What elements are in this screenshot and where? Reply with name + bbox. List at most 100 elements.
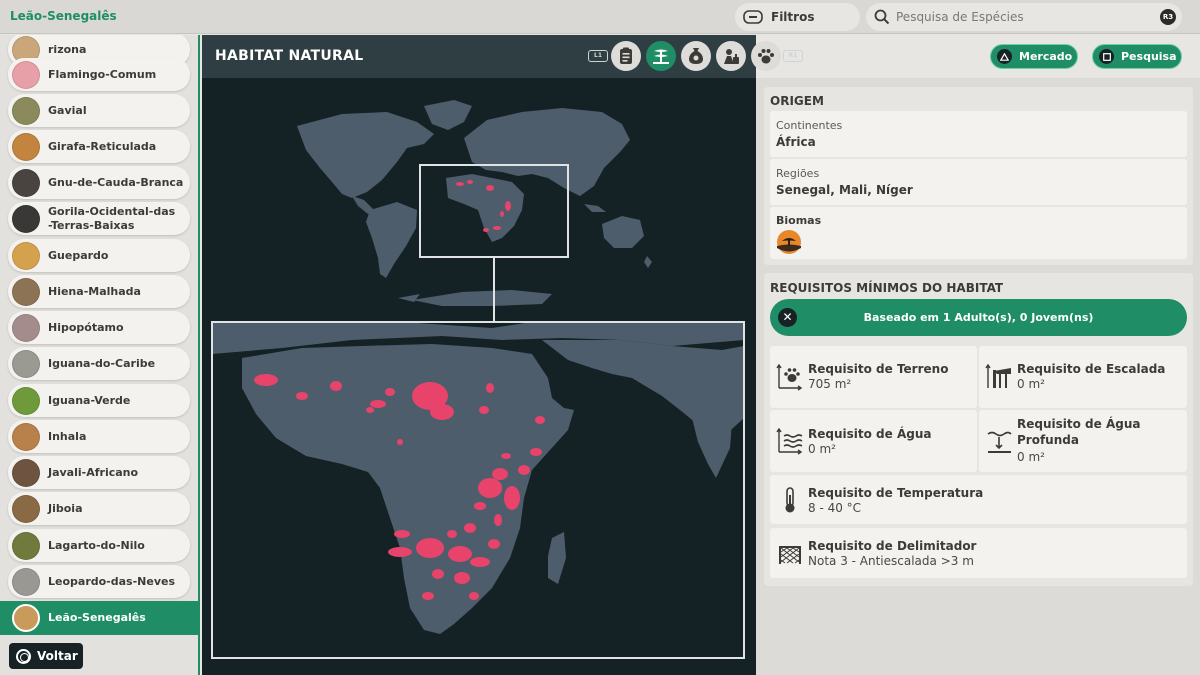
climbing-value: 0 m²	[1017, 377, 1045, 391]
market-button[interactable]: Mercado	[990, 44, 1078, 69]
new-zealand-landmass	[644, 256, 652, 268]
r3-button-hint: R3	[1160, 9, 1176, 25]
africa-zoom-inset	[211, 321, 745, 659]
species-item[interactable]: Guepardo	[8, 239, 190, 272]
filters-button[interactable]: Filtros	[735, 3, 860, 31]
species-name: Leão-Senegalês	[48, 611, 146, 624]
species-list[interactable]: rizona Flamingo-Comum Gavial Girafa-Reticul…	[0, 35, 200, 675]
species-thumbnail	[12, 458, 40, 487]
tab-animals[interactable]	[750, 41, 781, 71]
species-item[interactable]: Flamingo-Comum	[8, 58, 190, 91]
barrier-value: Nota 3 - Antiescalada >3 m	[808, 554, 974, 568]
species-item[interactable]: Lagarto-do-Nilo	[8, 529, 190, 562]
species-search[interactable]: R3	[866, 3, 1182, 31]
terrain-icon	[776, 363, 803, 391]
terrain-requirement: Requisito de Terreno 705 m²	[770, 346, 977, 408]
species-name: rizona	[48, 42, 87, 56]
species-item[interactable]: Inhala	[8, 420, 190, 453]
species-thumbnail	[12, 494, 40, 523]
world-map	[211, 100, 745, 659]
tab-info[interactable]	[610, 41, 641, 71]
research-label: Pesquisa	[1121, 50, 1177, 63]
species-item[interactable]: Hipopótamo	[8, 311, 190, 344]
water-value: 0 m²	[808, 442, 836, 456]
species-thumbnail	[12, 531, 40, 560]
top-bar: Leão-Senegalês Filtros R3	[0, 0, 1200, 34]
species-item[interactable]: Hiena-Malhada	[8, 275, 190, 308]
tab-habitat[interactable]	[645, 41, 676, 71]
species-item[interactable]: Gavial	[8, 94, 190, 127]
species-name: Lagarto-do-Nilo	[48, 538, 145, 552]
species-name: Hipopótamo	[48, 320, 124, 334]
water-icon	[776, 427, 803, 455]
species-item[interactable]: Leão-Senegalês	[0, 601, 198, 635]
water-requirement: Requisito de Água 0 m²	[770, 410, 977, 472]
market-label: Mercado	[1019, 50, 1073, 63]
species-name: Iguana-Verde	[48, 393, 131, 407]
species-item[interactable]: Javali-Africano	[8, 456, 190, 489]
species-name: Gavial	[48, 103, 87, 117]
regions-value: Senegal, Mali, Níger	[776, 183, 913, 197]
tab-enrichment[interactable]	[715, 41, 746, 71]
deep-water-value: 0 m²	[1017, 450, 1045, 464]
species-thumbnail	[12, 313, 40, 342]
continents-label: Continentes	[776, 119, 843, 132]
filters-label: Filtros	[771, 10, 815, 24]
temperature-value: 8 - 40 °C	[808, 501, 862, 515]
species-thumbnail	[12, 204, 40, 233]
deep-water-title: Requisito de Água Profunda	[1017, 417, 1141, 447]
species-name: Gorila-Ocidental-das-Terras-Baixas	[48, 204, 176, 232]
temperature-requirement: Requisito de Temperatura 8 - 40 °C	[770, 475, 1187, 524]
species-name: Leopardo-das-Neves	[48, 574, 175, 588]
paw-icon	[757, 49, 774, 64]
species-thumbnail	[12, 132, 40, 161]
origin-title: ORIGEM	[770, 94, 824, 108]
species-name: Jiboia	[48, 501, 83, 515]
search-input[interactable]	[896, 10, 1146, 24]
l1-hint: L1	[588, 50, 608, 62]
species-item[interactable]: Gnu-de-Cauda-Branca	[8, 166, 190, 199]
species-thumbnail	[12, 168, 40, 197]
species-item[interactable]: Girafa-Reticulada	[8, 130, 190, 163]
species-thumbnail	[12, 386, 40, 415]
deep-water-icon	[987, 431, 1012, 453]
savanna-biome-icon[interactable]	[776, 229, 802, 255]
continents-box: Continentes África	[770, 111, 1187, 157]
species-thumbnail	[12, 277, 40, 306]
climbing-icon	[985, 363, 1011, 388]
species-item[interactable]: Jiboia	[8, 492, 190, 525]
filter-icon	[743, 10, 763, 24]
triangle-button-icon	[997, 49, 1012, 64]
species-item[interactable]: Iguana-Verde	[8, 384, 190, 417]
climbing-title: Requisito de Escalada	[1017, 362, 1166, 376]
cross-button-icon: ✕	[778, 308, 797, 327]
barrier-title: Requisito de Delimitador	[808, 539, 977, 553]
greenland-landmass	[424, 100, 472, 130]
regions-label: Regiões	[776, 167, 820, 180]
species-name: Inhala	[48, 429, 87, 443]
species-name: Guepardo	[48, 248, 109, 262]
back-button[interactable]: Voltar	[9, 643, 83, 669]
habitat-map[interactable]	[202, 78, 756, 675]
species-name: Girafa-Reticulada	[48, 139, 157, 153]
based-on-toggle[interactable]: ✕ Baseado em 1 Adulto(s), 0 Jovem(ns)	[770, 299, 1187, 336]
terrain-value: 705 m²	[808, 377, 852, 391]
square-button-icon	[1099, 49, 1114, 64]
research-button[interactable]: Pesquisa	[1092, 44, 1182, 69]
circle-button-icon	[16, 648, 31, 664]
species-item[interactable]: Leopardo-das-Neves	[8, 565, 190, 598]
indonesia-landmass	[584, 204, 606, 212]
biomes-label: Biomas	[776, 214, 822, 227]
species-name: Hiena-Malhada	[48, 284, 141, 298]
tab-food[interactable]	[680, 41, 711, 71]
species-item[interactable]: Iguana-do-Caribe	[8, 347, 190, 380]
info-tabs: L1 R1	[588, 40, 803, 72]
species-thumbnail	[12, 241, 40, 270]
species-thumbnail	[12, 604, 40, 632]
species-item[interactable]: Gorila-Ocidental-das-Terras-Baixas	[8, 202, 190, 235]
species-title: Leão-Senegalês	[10, 9, 117, 23]
species-thumbnail	[12, 422, 40, 451]
habitat-icon	[652, 49, 669, 64]
r1-hint: R1	[783, 50, 803, 62]
barrier-requirement: Requisito de Delimitador Nota 3 - Anties…	[770, 528, 1187, 578]
